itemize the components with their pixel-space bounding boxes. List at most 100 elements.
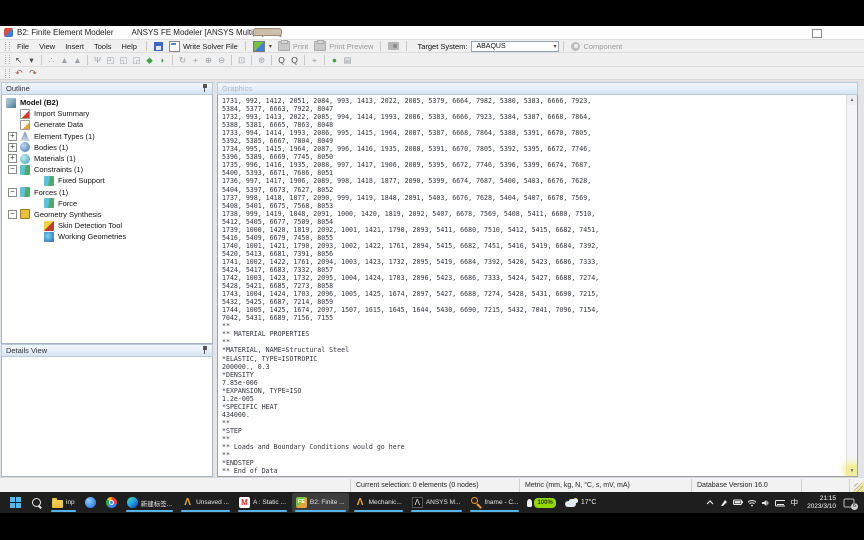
target-system-dropdown[interactable]: ABAQUS ▾ xyxy=(471,40,560,52)
notification-center-button[interactable]: 6 xyxy=(843,496,858,510)
previous-view-icon[interactable]: ↶ xyxy=(12,68,26,79)
legend-icon[interactable]: ▤ xyxy=(341,54,354,66)
tree-item-element-types-1[interactable]: + Element Types (1) xyxy=(2,131,212,142)
tree-label: Geometry Synthesis xyxy=(34,209,102,219)
tree-item-import-summary[interactable]: Import Summary xyxy=(2,108,212,119)
graphics-content[interactable]: 1731, 992, 1412, 2051, 2084, 993, 1413, … xyxy=(218,95,847,476)
expand-box[interactable]: + xyxy=(8,154,17,164)
ime-indicator[interactable]: 中 xyxy=(789,497,801,508)
weather-widget[interactable]: 17°C xyxy=(561,498,601,507)
snapshot-button[interactable] xyxy=(385,42,402,50)
tree-item-generate-data[interactable]: Generate Data xyxy=(2,119,212,130)
graphics-line: 1736, 997, 1417, 1906, 2089, 998, 1418, … xyxy=(222,177,592,186)
taskbar-fe-modeler[interactable]: B2: Finite ... xyxy=(291,493,349,512)
taskbar-clock[interactable]: 21:15 2023/3/10 xyxy=(804,495,839,510)
title-bar[interactable]: B2: Finite Element Modeler ANSYS FE Mode… xyxy=(0,26,864,40)
wifi-icon[interactable] xyxy=(747,497,757,509)
show-body-icon[interactable]: ◗ xyxy=(156,54,169,66)
menu-insert[interactable]: Insert xyxy=(60,40,89,53)
show-mesh-icon[interactable]: ◆ xyxy=(143,54,156,66)
tree-item-skin-detection-tool[interactable]: Skin Detection Tool xyxy=(2,220,212,231)
taskbar-ansys-unsaved[interactable]: Unsaved ... xyxy=(178,493,233,512)
zoom-in-icon[interactable]: ⊕ xyxy=(202,54,215,66)
graphics-line: 5392, 5385, 6667, 7804, 8049 xyxy=(222,137,334,146)
menu-file[interactable]: File xyxy=(12,40,34,53)
menu-view[interactable]: View xyxy=(34,40,60,53)
collapse-box[interactable]: − xyxy=(8,209,17,219)
graphics-line: 5404, 5397, 6673, 7627, 8052 xyxy=(222,185,334,194)
outline-tree[interactable]: Model (B2) Import Summary Generate Data + El… xyxy=(1,95,213,344)
tray-chevron-up-icon[interactable] xyxy=(705,497,715,509)
taskbar-ansys-mapdl[interactable]: ANSYS M... xyxy=(408,493,465,512)
box-zoom-icon[interactable]: ⊡ xyxy=(235,54,248,66)
save-button[interactable] xyxy=(151,41,166,51)
tree-item-working-geometries[interactable]: Working Geometries xyxy=(2,231,212,242)
taskbar-fname-window[interactable]: fname - C... xyxy=(467,493,523,512)
folder-icon xyxy=(52,497,63,508)
extend-selection-icon[interactable]: Ψ xyxy=(91,54,104,66)
tree-item-bodies-1[interactable]: + Bodies (1) xyxy=(2,142,212,153)
graphics-line: *DENSITY xyxy=(222,370,254,379)
graphics-line: ** End of Data xyxy=(222,467,278,476)
taskbar-chrome[interactable] xyxy=(102,493,121,512)
graphics-line: *ENDSTEP xyxy=(222,459,254,468)
taskbar-start[interactable] xyxy=(6,493,25,512)
speaker-icon[interactable] xyxy=(761,497,771,509)
expand-box[interactable]: + xyxy=(8,142,17,152)
next-view-icon[interactable]: ↷ xyxy=(26,68,40,79)
tree-item-model-b2[interactable]: Model (B2) xyxy=(2,97,212,108)
expand-box[interactable]: + xyxy=(8,131,17,141)
menu-tools[interactable]: Tools xyxy=(89,40,117,53)
fit-view-icon[interactable]: ⊛ xyxy=(255,54,268,66)
taskbar-search[interactable] xyxy=(27,493,46,512)
tree-label: Element Types (1) xyxy=(34,131,95,141)
resize-grip[interactable] xyxy=(850,479,864,493)
touch-keyboard-icon[interactable] xyxy=(774,497,785,509)
face-select-icon[interactable]: ▲ xyxy=(71,54,84,66)
scroll-up-icon[interactable]: ▲ xyxy=(847,95,857,105)
graphics-line: 7042, 5431, 6689, 7156, 7155 xyxy=(222,314,334,323)
taskbar-loop[interactable] xyxy=(81,493,100,512)
battery-widget[interactable]: 100% xyxy=(524,497,558,508)
pin-icon[interactable] xyxy=(201,346,208,355)
select-nodes-icon[interactable]: ◰ xyxy=(104,54,117,66)
select-elements-icon[interactable]: ◱ xyxy=(117,54,130,66)
collapse-box[interactable]: − xyxy=(8,187,17,197)
isometric-view-icon[interactable]: ⌖ xyxy=(308,54,321,66)
write-solver-file-button[interactable]: Write Solver File xyxy=(166,40,241,52)
taskbar-edge-newtab[interactable]: 新建标签... xyxy=(123,493,176,512)
print-button[interactable]: Print xyxy=(275,40,311,51)
tree-item-constraints-1[interactable]: − Constraints (1) xyxy=(2,164,212,175)
maximize-icon[interactable] xyxy=(812,29,822,38)
collapse-box[interactable]: − xyxy=(8,165,17,175)
rotate-icon[interactable]: ↻ xyxy=(176,54,189,66)
tree-item-forces-1[interactable]: − Forces (1) xyxy=(2,187,212,198)
tray-battery-icon[interactable] xyxy=(732,497,743,509)
scroll-down-icon[interactable]: ▼ xyxy=(847,466,857,476)
component-button[interactable]: Component xyxy=(568,41,625,51)
pin-icon[interactable] xyxy=(201,84,208,93)
magnifier-window-icon[interactable]: Q xyxy=(288,54,301,66)
vertical-scrollbar[interactable]: ▲ ▼ xyxy=(846,95,857,476)
vertex-select-icon[interactable]: ∴ xyxy=(45,54,58,66)
magnifier-icon[interactable]: Q xyxy=(275,54,288,66)
tree-item-fixed-support[interactable]: Fixed Support xyxy=(2,175,212,186)
taskbar-mechanical[interactable]: Mechanic... xyxy=(351,493,406,512)
pen-icon[interactable] xyxy=(719,497,729,509)
tree-item-geometry-synthesis[interactable]: − Geometry Synthesis xyxy=(2,209,212,220)
taskbar-static-structural[interactable]: A : Static ... xyxy=(235,493,290,512)
point-select-icon[interactable]: ● xyxy=(328,54,341,66)
zoom-out-icon[interactable]: ⊖ xyxy=(215,54,228,66)
select-bodies-icon[interactable]: ◲ xyxy=(130,54,143,66)
tree-item-force[interactable]: Force xyxy=(2,198,212,209)
tree-item-materials-1[interactable]: + Materials (1) xyxy=(2,153,212,164)
menu-help[interactable]: Help xyxy=(117,40,142,53)
print-preview-button[interactable]: Print Preview xyxy=(311,40,376,51)
image-capture-button[interactable]: ▾ xyxy=(250,40,275,52)
pan-icon[interactable]: + xyxy=(189,54,202,66)
select-mode-dropdown-icon[interactable]: ▾ xyxy=(25,54,38,66)
edge-select-icon[interactable]: ▲ xyxy=(58,54,71,66)
ansys-gold-icon xyxy=(355,497,366,508)
select-cursor-icon[interactable]: ↖ xyxy=(12,54,25,66)
taskbar-explorer-inp[interactable]: inp xyxy=(48,493,79,512)
